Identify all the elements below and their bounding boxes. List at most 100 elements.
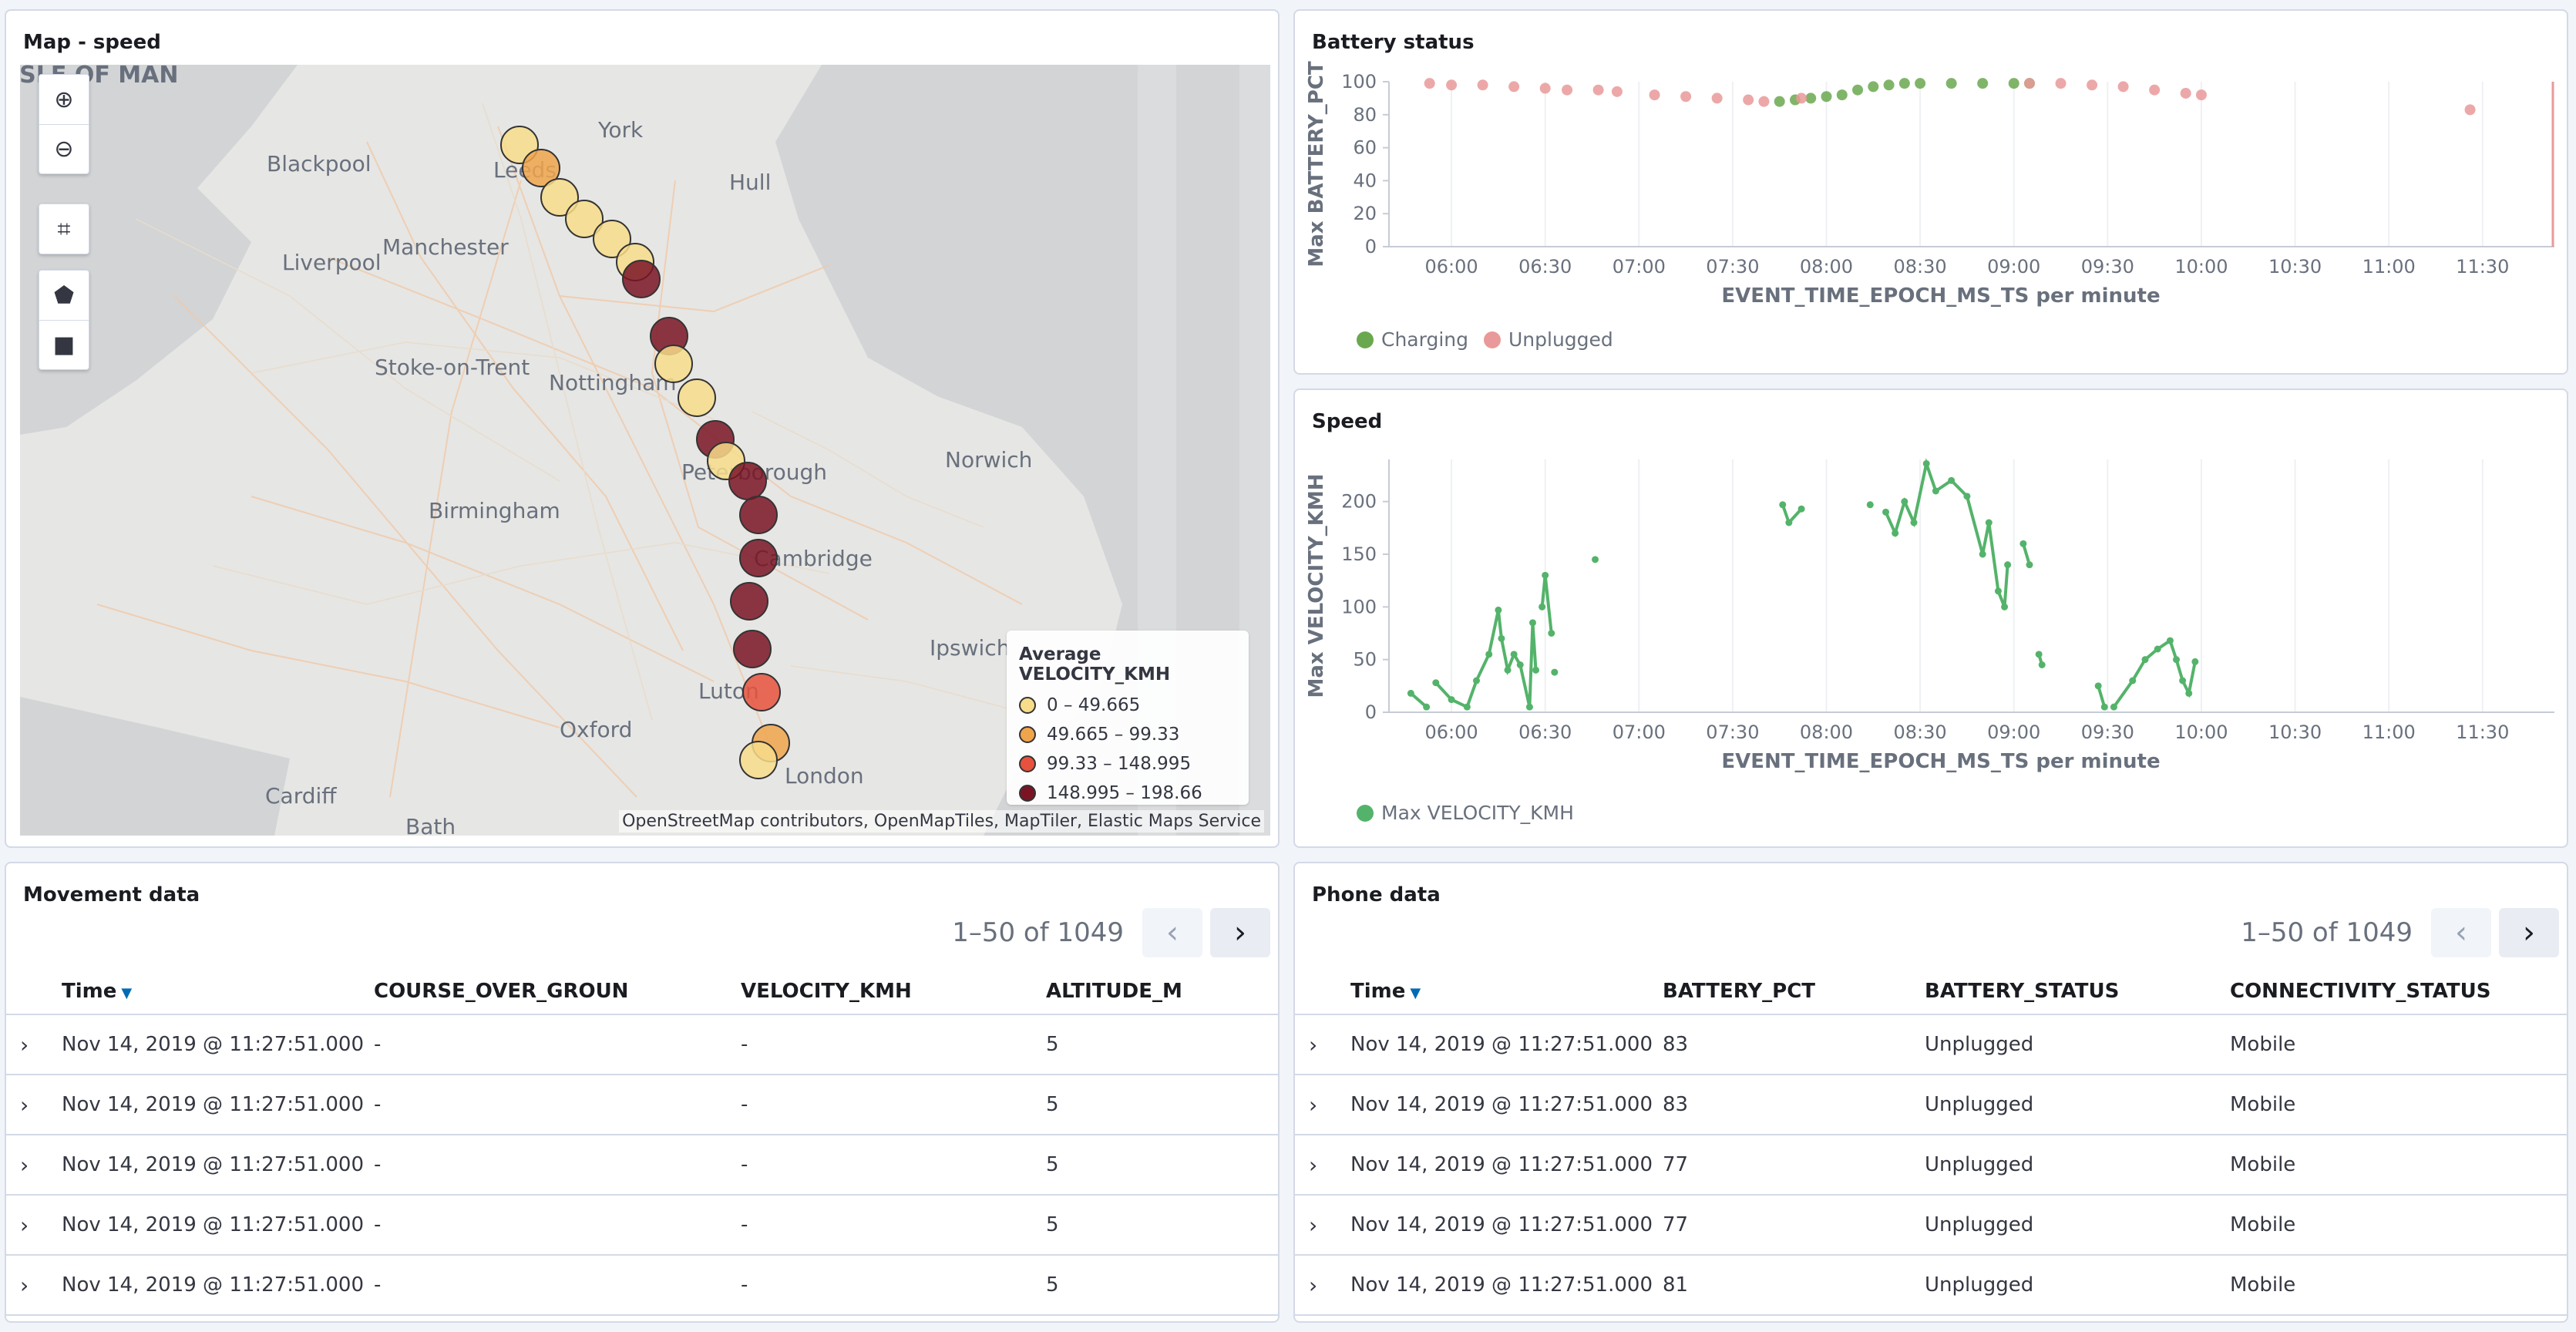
battery-point[interactable]	[2117, 81, 2129, 92]
speed-point[interactable]	[2035, 651, 2043, 658]
speed-line[interactable]	[2112, 637, 2197, 708]
chevron-right-icon[interactable]: ›	[1295, 1075, 1344, 1135]
speed-point[interactable]	[1948, 476, 1956, 484]
table-row[interactable]: › Nov 14, 2019 @ 11:27:51.000- -5	[6, 1255, 1278, 1316]
speed-line[interactable]	[1884, 457, 2009, 608]
speed-point[interactable]	[1910, 519, 1918, 526]
table-row[interactable]: › Nov 14, 2019 @ 11:27:51.000- -5	[6, 1014, 1278, 1075]
battery-point[interactable]	[1711, 92, 1723, 104]
battery-point[interactable]	[1796, 92, 1808, 104]
speed-point[interactable]	[1528, 619, 1536, 627]
map-canvas[interactable]: ISLE OF MANYorkBlackpoolLeedsHullManches…	[20, 65, 1270, 836]
battery-point[interactable]	[2195, 89, 2207, 101]
battery-point[interactable]	[1805, 92, 1817, 104]
speed-point[interactable]	[2001, 603, 2009, 610]
speed-point[interactable]	[1495, 606, 1502, 614]
speed-point[interactable]	[2026, 561, 2033, 569]
battery-point[interactable]	[2023, 78, 2035, 89]
battery-point[interactable]	[1821, 91, 1832, 103]
battery-point[interactable]	[1446, 79, 1458, 91]
battery-point[interactable]	[1649, 89, 1660, 101]
speed-point[interactable]	[1985, 519, 1993, 526]
speed-point[interactable]	[1932, 487, 1939, 495]
column-header[interactable]: COURSE_OVER_GROUN	[368, 968, 735, 1015]
table-row[interactable]: › Nov 14, 2019 @ 11:27:51.000 83 Unplugged M…	[1295, 1075, 2567, 1135]
column-header[interactable]: BATTERY_PCT	[1656, 968, 1919, 1015]
table-row[interactable]: › Nov 14, 2019 @ 11:27:51.000- -5	[6, 1195, 1278, 1256]
speed-point[interactable]	[678, 378, 716, 417]
speed-point[interactable]	[1892, 530, 1899, 537]
chevron-right-icon[interactable]: ›	[1295, 1255, 1344, 1316]
speed-point[interactable]	[2019, 540, 2027, 547]
speed-point[interactable]	[1779, 501, 1787, 509]
battery-point[interactable]	[1836, 89, 1848, 101]
battery-point[interactable]	[1774, 96, 1785, 107]
battery-point[interactable]	[2055, 78, 2067, 89]
square-icon[interactable]: ■	[39, 320, 89, 369]
table-row[interactable]: › Nov 14, 2019 @ 11:27:51.000 77 Unplugged M…	[1295, 1195, 2567, 1256]
battery-point[interactable]	[1539, 82, 1551, 94]
speed-point[interactable]	[2038, 661, 2046, 668]
speed-point[interactable]	[1432, 679, 1440, 687]
battery-point[interactable]	[1477, 79, 1488, 91]
table-row[interactable]: › Nov 14, 2019 @ 11:27:51.000 77 Unplugged M…	[1295, 1135, 2567, 1196]
column-header-time[interactable]: Time ▼	[55, 968, 368, 1015]
sort-desc-icon[interactable]: ▼	[121, 985, 132, 1001]
legend-unplugged[interactable]: Unplugged	[1508, 328, 1613, 351]
battery-point[interactable]	[1611, 86, 1623, 97]
speed-point[interactable]	[730, 582, 768, 621]
battery-point[interactable]	[2087, 79, 2098, 91]
speed-point[interactable]	[1539, 603, 1546, 610]
speed-point[interactable]	[1542, 571, 1549, 579]
speed-point[interactable]	[1510, 651, 1518, 658]
speed-point[interactable]	[2110, 703, 2117, 711]
chevron-right-icon[interactable]: ›	[6, 1195, 55, 1256]
battery-point[interactable]	[1508, 81, 1520, 92]
polygon-icon[interactable]: ⬟	[39, 271, 89, 320]
battery-point[interactable]	[2180, 87, 2191, 99]
battery-point[interactable]	[1680, 91, 1692, 103]
table-row[interactable]: › Nov 14, 2019 @ 11:27:51.000- -5	[6, 1135, 1278, 1196]
speed-point[interactable]	[1448, 696, 1455, 704]
speed-point[interactable]	[1548, 630, 1555, 637]
battery-point[interactable]	[2464, 104, 2476, 116]
crop-icon[interactable]: ⌗	[39, 204, 89, 254]
column-header-time[interactable]: Time ▼	[1344, 968, 1656, 1015]
speed-point[interactable]	[2185, 689, 2193, 697]
battery-point[interactable]	[1898, 78, 1910, 89]
chevron-right-icon[interactable]: ›	[6, 1075, 55, 1135]
battery-point[interactable]	[1562, 84, 1573, 96]
speed-point[interactable]	[742, 673, 781, 711]
chevron-right-icon[interactable]: ›	[6, 1255, 55, 1316]
speed-point[interactable]	[1592, 556, 1599, 563]
speed-point[interactable]	[739, 539, 778, 577]
speed-point[interactable]	[1785, 519, 1793, 526]
speed-point[interactable]	[2166, 637, 2174, 644]
battery-point[interactable]	[1743, 94, 1754, 106]
legend-velocity[interactable]: Max VELOCITY_KMH	[1381, 802, 1574, 824]
chevron-left-icon[interactable]: ‹	[1142, 908, 1202, 957]
zoom-in-icon[interactable]: ⊕	[39, 75, 89, 124]
speed-point[interactable]	[2173, 656, 2181, 664]
speed-point[interactable]	[739, 496, 778, 534]
battery-point[interactable]	[1758, 96, 1770, 107]
table-row[interactable]: › Nov 14, 2019 @ 11:27:51.000 81 Unplugged M…	[1295, 1255, 2567, 1316]
chevron-right-icon[interactable]: ›	[6, 1014, 55, 1075]
speed-chart[interactable]: 06:00 06:30 07:00 07:30 08:00 08:30 09:00 09:30…	[1295, 390, 2568, 848]
speed-point[interactable]	[739, 741, 778, 779]
speed-point[interactable]	[2191, 658, 2199, 665]
battery-point[interactable]	[1868, 81, 1879, 92]
battery-point[interactable]	[2008, 78, 2019, 89]
speed-point[interactable]	[1498, 634, 1505, 642]
speed-point[interactable]	[1463, 703, 1471, 711]
speed-point[interactable]	[622, 260, 661, 298]
battery-point[interactable]	[1424, 78, 1435, 89]
speed-point[interactable]	[2094, 682, 2102, 690]
speed-point[interactable]	[1994, 587, 2002, 595]
table-row[interactable]: › Nov 14, 2019 @ 11:27:51.000- -5	[6, 1075, 1278, 1135]
column-header[interactable]: ALTITUDE_M	[1040, 968, 1278, 1015]
speed-point[interactable]	[1485, 651, 1493, 658]
chevron-right-icon[interactable]: ›	[2499, 908, 2559, 957]
speed-point[interactable]	[1407, 689, 1414, 697]
chevron-right-icon[interactable]: ›	[1295, 1195, 1344, 1256]
